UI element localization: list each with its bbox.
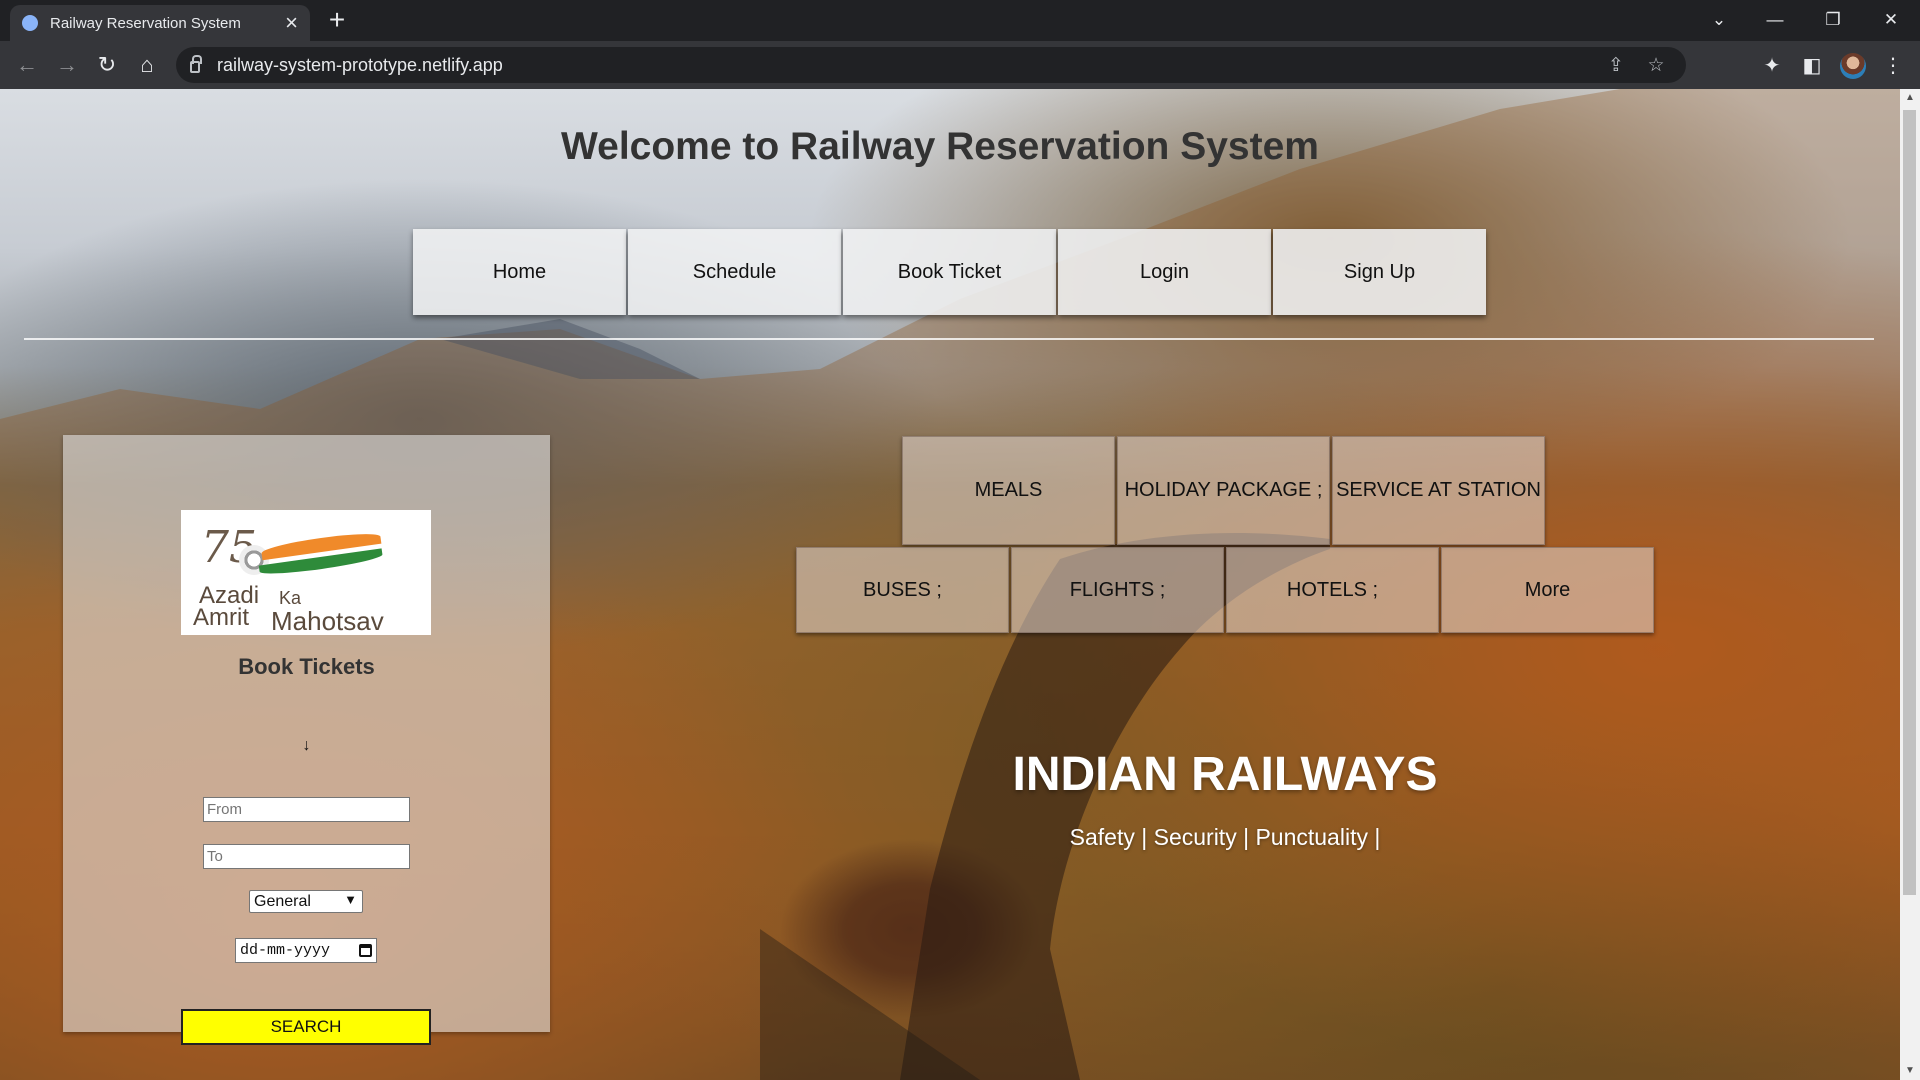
url-text[interactable]: railway-system-prototype.netlify.app [217, 55, 503, 76]
class-select-value: General [254, 892, 311, 910]
service-flights-button[interactable]: FLIGHTS ; [1011, 547, 1224, 633]
booking-panel: 75 Azadi Ka Amrit Mahotsav Book Tickets … [63, 435, 550, 1045]
forward-icon[interactable]: → [50, 48, 84, 82]
scroll-up-icon[interactable]: ▲ [1900, 89, 1920, 107]
menu-icon[interactable]: ⋮ [1876, 48, 1910, 82]
star-icon[interactable]: ☆ [1638, 47, 1674, 83]
chevron-down-icon: ▼ [344, 892, 357, 907]
close-icon[interactable]: ✕ [1868, 0, 1914, 40]
azadi-ka-amrit-mahotsav-logo: 75 Azadi Ka Amrit Mahotsav [181, 510, 431, 636]
divider [24, 338, 1874, 340]
scrollbar-thumb[interactable] [1903, 110, 1916, 895]
favicon-icon [22, 15, 38, 31]
minimize-icon[interactable]: — [1752, 0, 1798, 40]
browser-tab[interactable]: Railway Reservation System × [10, 5, 310, 41]
book-tickets-heading: Book Tickets [238, 654, 375, 679]
nav-home-button[interactable]: Home [413, 229, 626, 315]
brand-heading: INDIAN RAILWAYS [1012, 748, 1438, 801]
calendar-icon[interactable] [359, 944, 372, 957]
main-nav: Home Schedule Book Ticket Login Sign Up [413, 229, 1488, 315]
tab-search-icon[interactable]: ⌄ [1696, 0, 1742, 40]
page-scrollbar[interactable]: ▲ ▼ [1900, 89, 1920, 1080]
tagline: Safety | Security | Punctuality | [1069, 824, 1381, 850]
service-hotels-button[interactable]: HOTELS ; [1226, 547, 1439, 633]
new-tab-icon[interactable]: + [322, 6, 352, 36]
home-icon[interactable]: ⌂ [130, 48, 164, 82]
nav-schedule-button[interactable]: Schedule [628, 229, 841, 315]
service-at-station-button[interactable]: SERVICE AT STATION [1332, 436, 1545, 545]
service-buses-button[interactable]: BUSES ; [796, 547, 1009, 633]
service-meals-button[interactable]: MEALS [902, 436, 1115, 545]
nav-signup-button[interactable]: Sign Up [1273, 229, 1486, 315]
service-holiday-package-button[interactable]: HOLIDAY PACKAGE ; [1117, 436, 1330, 545]
restore-icon[interactable]: ❐ [1810, 0, 1856, 40]
extensions-icon[interactable]: ✦ [1755, 48, 1789, 82]
page-title: Welcome to Railway Reservation System [561, 125, 1319, 168]
back-icon[interactable]: ← [10, 48, 44, 82]
address-bar[interactable]: railway-system-prototype.netlify.app ⇪ ☆ [176, 47, 1686, 83]
date-placeholder: dd-mm-yyyy [240, 942, 331, 959]
lock-icon[interactable] [190, 55, 202, 73]
from-input[interactable] [203, 797, 410, 822]
page-viewport: Welcome to Railway Reservation System Ho… [0, 89, 1900, 1080]
search-button[interactable]: SEARCH [181, 1009, 431, 1045]
avatar[interactable] [1840, 53, 1866, 79]
reload-icon[interactable]: ↻ [90, 48, 124, 82]
nav-book-ticket-button[interactable]: Book Ticket [843, 229, 1056, 315]
class-select[interactable]: General ▼ [249, 890, 363, 913]
tab-title: Railway Reservation System [50, 14, 241, 32]
share-icon[interactable]: ⇪ [1598, 47, 1634, 83]
to-input[interactable] [203, 844, 410, 869]
swap-arrow-icon: ↓ [302, 737, 311, 754]
nav-login-button[interactable]: Login [1058, 229, 1271, 315]
service-more-button[interactable]: More [1441, 547, 1654, 633]
side-panel-icon[interactable]: ◧ [1795, 48, 1829, 82]
browser-toolbar: ← → ↻ ⌂ railway-system-prototype.netlify… [0, 41, 1920, 89]
scroll-down-icon[interactable]: ▼ [1900, 1062, 1920, 1080]
tab-strip: Railway Reservation System × + ⌄ — ❐ ✕ [0, 0, 1920, 41]
journey-date-input[interactable]: dd-mm-yyyy [235, 938, 377, 963]
tab-close-icon[interactable]: × [285, 12, 298, 34]
